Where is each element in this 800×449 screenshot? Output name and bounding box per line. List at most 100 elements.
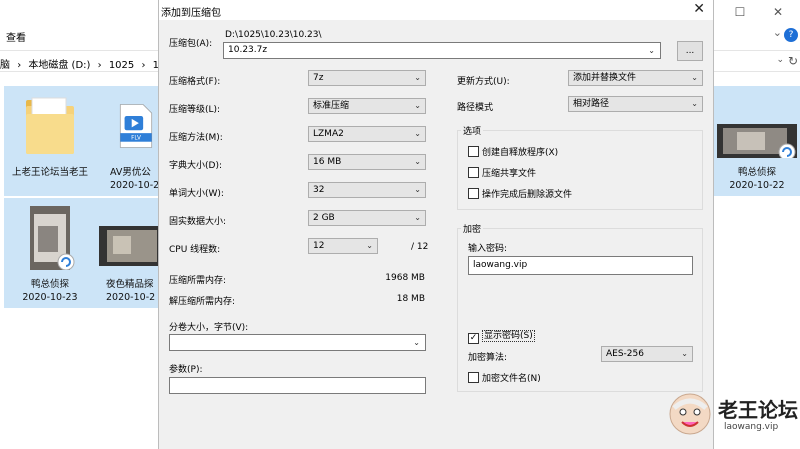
watermark-name: 老王论坛 xyxy=(718,398,798,422)
chevron-down-icon[interactable]: ⌄ xyxy=(773,26,782,39)
file-item-flv[interactable]: FLV AV男优公 2020-10-2 xyxy=(96,86,159,196)
file-name-and-date: 鸭总侦探 2020-10-23 xyxy=(4,278,96,304)
flv-label: FLV xyxy=(131,136,141,142)
delete-after-checkbox[interactable]: 操作完成后删除源文件 xyxy=(468,187,572,200)
format-label: 压缩格式(F): xyxy=(169,77,221,87)
update-mode-select[interactable]: 添加并替换文件 ⌄ xyxy=(568,70,703,86)
threads-value: 12 xyxy=(313,241,325,251)
breadcrumb-separator: › xyxy=(97,60,102,71)
encryption-method-value: AES-256 xyxy=(606,349,644,359)
dictionary-select[interactable]: 16 MB ⌄ xyxy=(308,154,426,170)
dictionary-label: 字典大小(D): xyxy=(169,161,222,171)
file-date: 2020-10-22 xyxy=(729,180,785,191)
word-size-select[interactable]: 32 ⌄ xyxy=(308,182,426,198)
split-size-input[interactable]: ⌄ xyxy=(169,334,426,351)
shared-files-checkbox[interactable]: 压缩共享文件 xyxy=(468,166,536,179)
method-value: LZMA2 xyxy=(313,129,344,139)
chevron-down-icon: ⌄ xyxy=(681,349,688,358)
update-mode-value: 添加并替换文件 xyxy=(573,73,637,83)
breadcrumb-item[interactable]: 1025 xyxy=(109,60,134,71)
breadcrumb: 脑 › 本地磁盘 (D:) › 1025 › 1( xyxy=(0,56,167,71)
archive-name-value: 10.23.7z xyxy=(228,45,268,55)
decompress-memory-value: 18 MB xyxy=(396,294,425,304)
dialog-title: 添加到压缩包 xyxy=(161,8,221,19)
checkbox-checked-icon[interactable]: ✓ xyxy=(468,333,479,344)
compress-memory-label: 压缩所需内存: xyxy=(169,276,227,286)
chevron-down-icon: ⌄ xyxy=(414,129,421,138)
split-size-label: 分卷大小，字节(V): xyxy=(169,323,249,333)
dialog-titlebar[interactable]: 添加到压缩包 ✕ xyxy=(159,0,713,20)
dictionary-value: 16 MB xyxy=(313,157,342,167)
file-item-video[interactable]: 鸭总侦探 2020-10-23 xyxy=(4,198,96,308)
archive-path: D:\1025\10.23\10.23\ xyxy=(225,30,322,40)
level-label: 压缩等级(L): xyxy=(169,105,221,115)
password-value: laowang.vip xyxy=(473,260,528,270)
sfx-checkbox-label: 创建自释放程序(X) xyxy=(482,148,559,158)
watermark-url: laowang.vip xyxy=(724,422,779,432)
archive-name-input[interactable]: 10.23.7z ⌄ xyxy=(223,42,661,59)
compress-memory-value: 1968 MB xyxy=(385,273,425,283)
maximize-button[interactable]: ☐ xyxy=(728,2,752,22)
chevron-down-icon: ⌄ xyxy=(414,101,421,110)
solid-size-label: 固实数据大小: xyxy=(169,217,227,227)
chevron-down-icon[interactable]: ⌄ xyxy=(776,55,784,65)
path-mode-label: 路径模式 xyxy=(457,103,494,113)
flv-file-icon: FLV xyxy=(119,104,153,148)
folder-icon xyxy=(26,97,74,154)
chevron-down-icon: ⌄ xyxy=(366,241,373,250)
encryption-method-label: 加密算法: xyxy=(468,353,508,363)
parameters-input[interactable] xyxy=(169,377,426,394)
method-select[interactable]: LZMA2 ⌄ xyxy=(308,126,426,142)
options-group-title: 选项 xyxy=(461,124,484,137)
chevron-down-icon: ⌄ xyxy=(414,73,421,82)
browse-button[interactable]: ... xyxy=(677,41,703,61)
update-mode-label: 更新方式(U): xyxy=(457,77,510,87)
chevron-down-icon: ⌄ xyxy=(691,73,698,82)
video-thumbnail-icon xyxy=(99,226,158,266)
solid-size-select[interactable]: 2 GB ⌄ xyxy=(308,210,426,226)
video-thumbnail-icon xyxy=(30,206,75,270)
file-item-video[interactable]: 夜色精品探 2020-10-2 xyxy=(96,198,158,308)
close-icon[interactable]: ✕ xyxy=(693,1,705,17)
checkbox-box[interactable] xyxy=(468,146,479,157)
method-label: 压缩方法(M): xyxy=(169,133,223,143)
show-password-checkbox[interactable]: ✓ 显示密码(S) xyxy=(468,328,535,344)
breadcrumb-item[interactable]: 本地磁盘 (D:) xyxy=(28,60,90,71)
encryption-method-select[interactable]: AES-256 ⌄ xyxy=(601,346,693,362)
threads-total: / 12 xyxy=(411,242,429,252)
video-thumbnail-icon xyxy=(717,124,797,158)
help-icon[interactable]: ? xyxy=(784,28,798,42)
word-size-value: 32 xyxy=(313,185,325,195)
level-value: 标准压缩 xyxy=(313,101,350,111)
threads-label: CPU 线程数: xyxy=(169,245,221,255)
chevron-down-icon: ⌄ xyxy=(414,185,421,194)
level-select[interactable]: 标准压缩 ⌄ xyxy=(308,98,426,114)
encrypt-filenames-checkbox[interactable]: 加密文件名(N) xyxy=(468,371,541,384)
refresh-icon[interactable]: ↻ xyxy=(788,54,798,68)
format-value: 7z xyxy=(313,73,324,83)
file-name-and-date: 鸭总侦探 2020-10-22 xyxy=(714,166,800,192)
path-mode-select[interactable]: 相对路径 ⌄ xyxy=(568,96,703,112)
ribbon-tab-view[interactable]: 查看 xyxy=(6,29,26,44)
chevron-down-icon[interactable]: ⌄ xyxy=(413,335,420,350)
checkbox-box[interactable] xyxy=(468,372,479,383)
password-input[interactable]: laowang.vip xyxy=(468,256,693,275)
sfx-checkbox[interactable]: 创建自释放程序(X) xyxy=(468,145,558,158)
solid-size-value: 2 GB xyxy=(313,213,335,223)
file-item-video[interactable]: 鸭总侦探 2020-10-22 xyxy=(714,86,800,196)
add-to-archive-dialog: 添加到压缩包 ✕ 压缩包(A): D:\1025\10.23\10.23\ 10… xyxy=(158,0,714,449)
parameters-label: 参数(P): xyxy=(169,365,203,375)
file-item-folder[interactable]: 上老王论坛当老王 xyxy=(4,86,96,196)
decompress-memory-label: 解压缩所需内存: xyxy=(169,297,236,307)
breadcrumb-separator: › xyxy=(141,60,146,71)
checkbox-box[interactable] xyxy=(468,188,479,199)
checkbox-box[interactable] xyxy=(468,167,479,178)
threads-select[interactable]: 12 ⌄ xyxy=(308,238,378,254)
show-password-label: 显示密码(S) xyxy=(482,330,535,342)
format-select[interactable]: 7z ⌄ xyxy=(308,70,426,86)
avatar-logo-icon xyxy=(669,393,711,435)
close-window-button[interactable]: ✕ xyxy=(766,2,790,22)
site-watermark: 老王论坛 laowang.vip xyxy=(668,388,800,444)
chevron-down-icon[interactable]: ⌄ xyxy=(648,43,655,58)
breadcrumb-item[interactable]: 脑 xyxy=(0,60,10,71)
